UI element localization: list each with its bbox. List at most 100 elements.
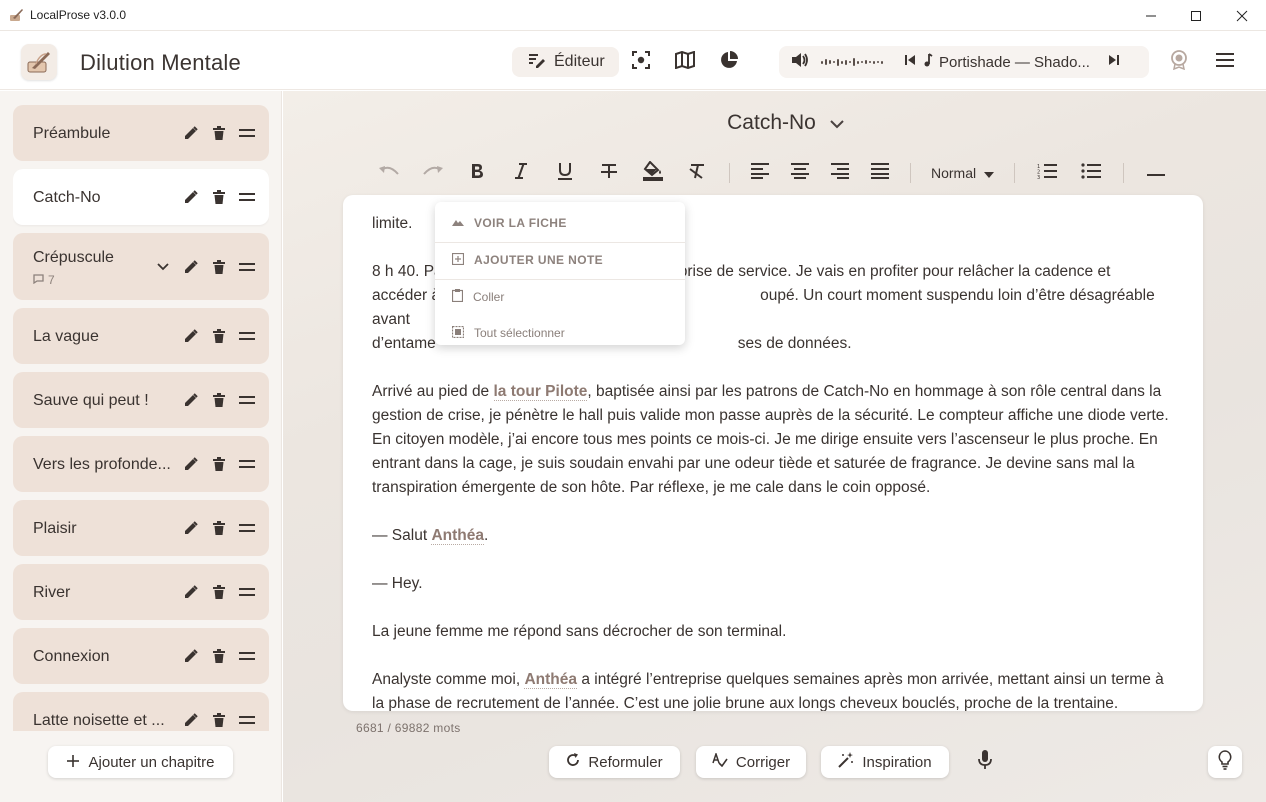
project-title: Dilution Mentale xyxy=(80,50,241,75)
drag-handle-icon[interactable] xyxy=(239,712,255,728)
delete-trash-icon[interactable] xyxy=(211,392,227,408)
clear-format-button[interactable] xyxy=(675,157,719,189)
next-track-button[interactable] xyxy=(1101,53,1127,71)
delete-trash-icon[interactable] xyxy=(211,648,227,664)
mode-editor-button[interactable]: Éditeur xyxy=(512,47,619,77)
edit-pencil-icon[interactable] xyxy=(183,648,199,664)
app-logo[interactable] xyxy=(21,44,57,80)
drag-handle-icon[interactable] xyxy=(239,125,255,141)
delete-trash-icon[interactable] xyxy=(211,259,227,275)
chapter-item[interactable]: River xyxy=(13,564,269,620)
tips-button[interactable] xyxy=(1208,746,1242,778)
correct-button[interactable]: Corriger xyxy=(696,746,806,778)
chapter-item[interactable]: Plaisir xyxy=(13,500,269,556)
paragraph-style-select[interactable]: Normal xyxy=(921,157,1004,189)
drag-handle-icon[interactable] xyxy=(239,584,255,600)
edit-pencil-icon[interactable] xyxy=(183,392,199,408)
now-playing[interactable]: Portishade — Shado... xyxy=(923,53,1101,71)
drag-handle-icon[interactable] xyxy=(239,328,255,344)
dictation-button[interactable] xyxy=(969,746,1001,778)
entity-link[interactable]: Anthéa xyxy=(431,527,484,545)
delete-trash-icon[interactable] xyxy=(211,584,227,600)
paragraph-fragment: ses de données. xyxy=(737,335,852,352)
edit-pencil-icon[interactable] xyxy=(183,520,199,536)
align-center-button[interactable] xyxy=(780,157,820,189)
delete-trash-icon[interactable] xyxy=(211,328,227,344)
horizontal-rule-button[interactable] xyxy=(1134,157,1178,189)
word-count: 6681 / 69882 mots xyxy=(356,721,461,735)
drag-handle-icon[interactable] xyxy=(239,456,255,472)
underline-button[interactable] xyxy=(543,157,587,189)
add-note-menu-item[interactable]: AJOUTER UNE NOTE xyxy=(435,242,685,278)
achievements-button[interactable] xyxy=(1163,46,1195,78)
inspiration-button[interactable]: Inspiration xyxy=(821,746,949,778)
chapter-item[interactable]: Vers les profonde... xyxy=(13,436,269,492)
volume-button[interactable] xyxy=(779,52,821,73)
chapter-item[interactable]: Crépuscule 7 xyxy=(13,233,269,300)
ordered-list-button[interactable]: 123 xyxy=(1025,157,1069,189)
view-sheet-menu-item[interactable]: VOIR LA FICHE xyxy=(435,205,685,241)
undo-icon xyxy=(378,164,400,182)
minimize-button[interactable] xyxy=(1128,0,1174,31)
app-quill-icon xyxy=(10,8,24,22)
close-window-button[interactable] xyxy=(1219,0,1265,31)
bullet-list-icon xyxy=(1081,162,1102,184)
delete-trash-icon[interactable] xyxy=(211,189,227,205)
undo-button[interactable] xyxy=(367,157,411,189)
chapter-item[interactable]: Sauve qui peut ! xyxy=(13,372,269,428)
maximize-button[interactable] xyxy=(1173,0,1219,31)
toolbar-divider xyxy=(1014,163,1016,183)
focus-mode-button[interactable] xyxy=(619,47,663,77)
chapter-item[interactable]: La vague xyxy=(13,308,269,364)
chapter-item[interactable]: Connexion xyxy=(13,628,269,684)
chapter-item-active[interactable]: Catch-No xyxy=(13,169,269,225)
delete-trash-icon[interactable] xyxy=(211,125,227,141)
chapter-item[interactable]: Latte noisette et ... xyxy=(13,692,269,731)
main-menu-button[interactable] xyxy=(1209,46,1241,78)
reformulate-button[interactable]: Reformuler xyxy=(549,746,680,778)
select-all-menu-item[interactable]: Tout sélectionner xyxy=(435,315,685,351)
italic-button[interactable] xyxy=(499,157,543,189)
edit-pencil-icon[interactable] xyxy=(183,259,199,275)
align-left-button[interactable] xyxy=(740,157,780,189)
paste-menu-item[interactable]: Coller xyxy=(435,279,685,315)
chapter-name: Latte noisette et ... xyxy=(33,712,165,729)
edit-pencil-icon[interactable] xyxy=(183,125,199,141)
chapter-item[interactable]: Préambule xyxy=(13,105,269,161)
add-chapter-button[interactable]: Ajouter un chapitre xyxy=(48,746,233,778)
paragraph: La jeune femme me répond sans décrocher … xyxy=(372,623,787,640)
entity-link[interactable]: la tour Pilote xyxy=(493,383,588,401)
delete-trash-icon[interactable] xyxy=(211,520,227,536)
edit-pencil-icon[interactable] xyxy=(183,456,199,472)
drag-handle-icon[interactable] xyxy=(239,520,255,536)
drag-handle-icon[interactable] xyxy=(239,392,255,408)
mode-editor-label: Éditeur xyxy=(554,53,605,70)
chapter-selector[interactable]: Catch-No xyxy=(283,111,1266,135)
edit-pencil-icon[interactable] xyxy=(183,712,199,728)
bold-button[interactable] xyxy=(455,157,499,189)
delete-trash-icon[interactable] xyxy=(211,712,227,728)
drag-handle-icon[interactable] xyxy=(239,189,255,205)
chapter-name: River xyxy=(33,584,71,601)
redo-button[interactable] xyxy=(411,157,455,189)
edit-pencil-icon[interactable] xyxy=(183,328,199,344)
bullet-list-button[interactable] xyxy=(1069,157,1113,189)
edit-pencil-icon[interactable] xyxy=(183,584,199,600)
chapters-sidebar: Préambule Catch-No Crépuscule 7 La vague… xyxy=(0,91,282,802)
paragraph-style-value: Normal xyxy=(931,165,977,181)
drag-handle-icon[interactable] xyxy=(239,648,255,664)
chevron-down-icon[interactable] xyxy=(155,259,171,275)
edit-pencil-icon[interactable] xyxy=(183,189,199,205)
volume-icon xyxy=(791,52,809,73)
drag-handle-icon[interactable] xyxy=(239,259,255,275)
entity-link[interactable]: Anthéa xyxy=(524,671,578,689)
align-justify-button[interactable] xyxy=(860,157,900,189)
lightbulb-icon xyxy=(1218,749,1232,775)
strikethrough-button[interactable] xyxy=(587,157,631,189)
align-right-button[interactable] xyxy=(820,157,860,189)
delete-trash-icon[interactable] xyxy=(211,456,227,472)
stats-mode-button[interactable] xyxy=(707,47,751,77)
map-mode-button[interactable] xyxy=(663,47,707,77)
previous-track-button[interactable] xyxy=(897,53,923,71)
highlight-color-button[interactable] xyxy=(631,157,675,189)
